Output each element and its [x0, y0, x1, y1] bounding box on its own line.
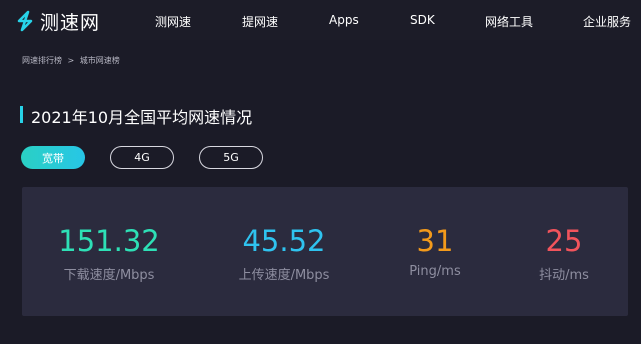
download-speed-value: 151.32 — [58, 224, 160, 258]
stat-jitter: 25 抖动/ms — [489, 224, 639, 283]
jitter-value: 25 — [545, 224, 583, 258]
stat-download: 151.32 下载速度/Mbps — [34, 224, 184, 283]
download-speed-label: 下载速度/Mbps — [63, 268, 155, 283]
tab-broadband[interactable]: 宽带 — [21, 146, 85, 169]
breadcrumb: 网速排行榜 > 城市网速榜 — [22, 55, 120, 66]
stat-upload: 45.52 上传速度/Mbps — [209, 224, 359, 283]
page-title: 2021年10月全国平均网速情况 — [31, 108, 253, 127]
ping-value: 31 — [416, 224, 454, 258]
nav-item-improve-speed[interactable]: 提网速 — [242, 13, 278, 30]
nav-item-sdk[interactable]: SDK — [410, 13, 435, 27]
tab-4g[interactable]: 4G — [110, 146, 174, 169]
logo-text: 测速网 — [40, 11, 101, 34]
upload-speed-label: 上传速度/Mbps — [238, 268, 330, 283]
stat-ping: 31 Ping/ms — [360, 224, 510, 279]
tab-5g[interactable]: 5G — [199, 146, 263, 169]
top-navigation-bar: 测速网 测网速 提网速 Apps SDK 网络工具 企业服务 — [0, 0, 641, 40]
logo-icon — [17, 10, 33, 32]
breadcrumb-item-city-rankings[interactable]: 城市网速榜 — [80, 56, 120, 65]
nav-item-speed-test[interactable]: 测网速 — [155, 13, 191, 30]
title-accent-bar — [20, 106, 23, 123]
stats-panel: 151.32 下载速度/Mbps 45.52 上传速度/Mbps 31 Ping… — [22, 187, 628, 316]
jitter-label: 抖动/ms — [539, 268, 589, 283]
nav-item-apps[interactable]: Apps — [329, 13, 359, 27]
breadcrumb-item-rankings[interactable]: 网速排行榜 — [22, 56, 62, 65]
breadcrumb-separator: > — [67, 56, 75, 65]
ping-label: Ping/ms — [409, 264, 461, 279]
upload-speed-value: 45.52 — [242, 224, 326, 258]
nav-item-network-tools[interactable]: 网络工具 — [485, 13, 533, 30]
nav-item-enterprise[interactable]: 企业服务 — [583, 13, 631, 30]
logo[interactable]: 测速网 — [14, 8, 100, 34]
